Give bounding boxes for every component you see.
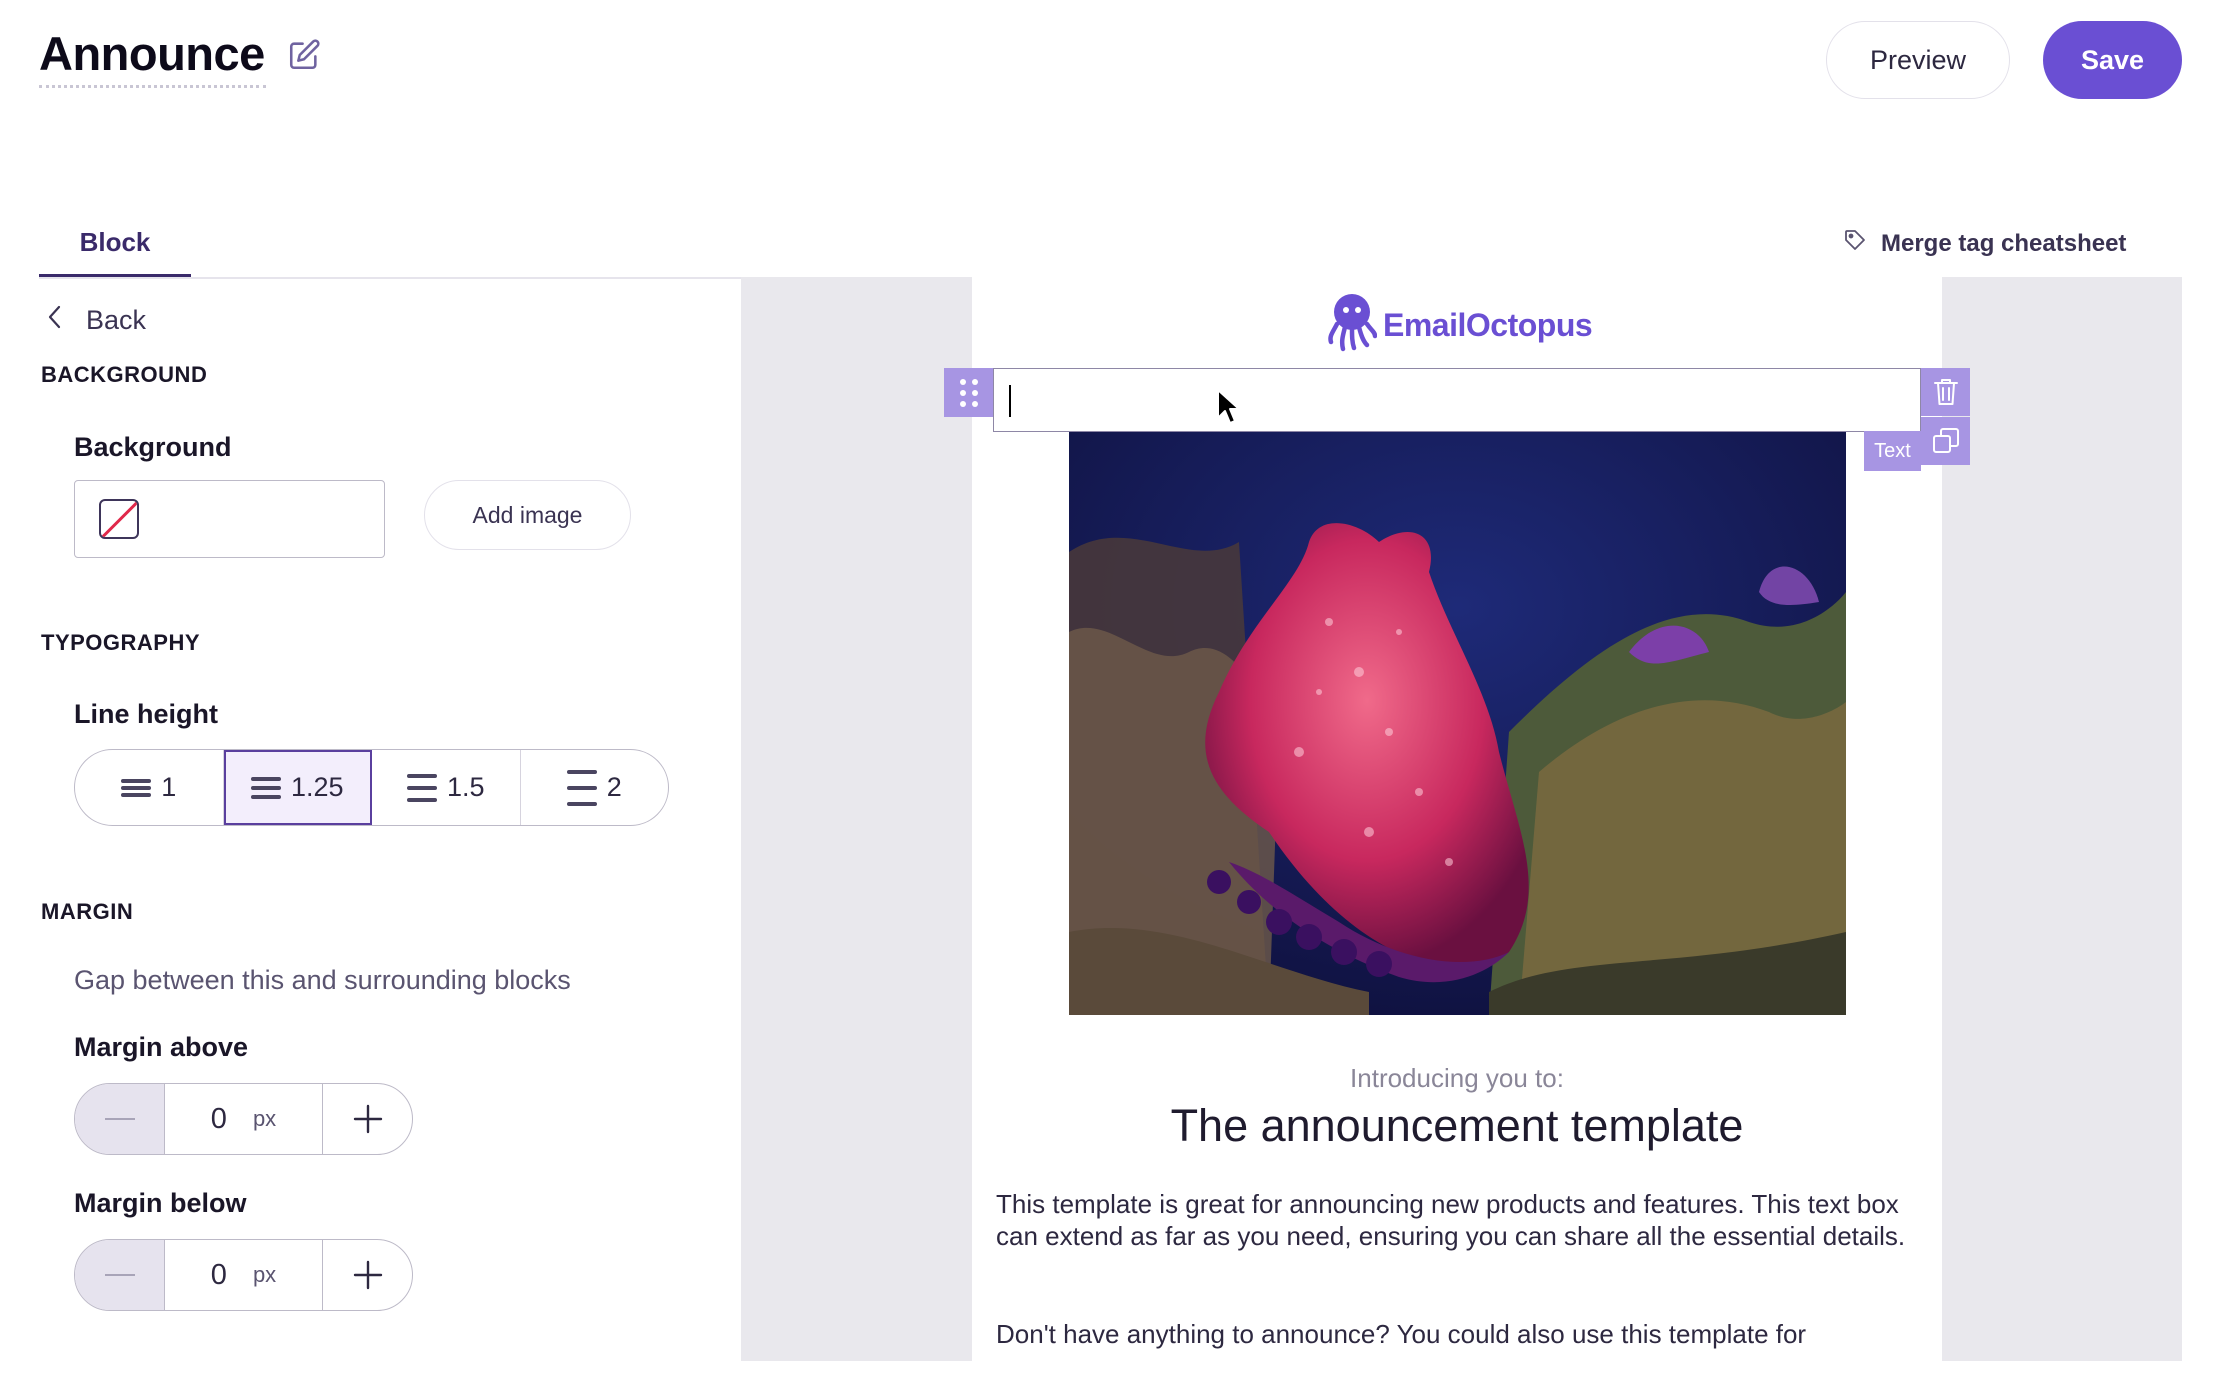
edit-icon[interactable] bbox=[287, 38, 321, 72]
chevron-left-icon bbox=[46, 304, 64, 337]
email-headline[interactable]: The announcement template bbox=[972, 1100, 1942, 1152]
margin-above-increment-button[interactable] bbox=[323, 1084, 412, 1154]
add-image-button[interactable]: Add image bbox=[424, 480, 631, 550]
title-underline bbox=[39, 85, 266, 88]
margin-below-stepper: 0 px bbox=[74, 1239, 413, 1311]
line-height-option-1[interactable]: 1 bbox=[75, 750, 224, 825]
preview-button[interactable]: Preview bbox=[1826, 21, 2010, 99]
line-height-option-label: 1 bbox=[161, 772, 177, 802]
unit-label: px bbox=[252, 1262, 277, 1287]
line-height-icon bbox=[121, 778, 152, 797]
text-caret bbox=[1009, 385, 1011, 417]
margin-below-label: Margin below bbox=[74, 1188, 247, 1218]
tabs-divider bbox=[39, 277, 741, 279]
line-height-selector: 1 1.25 1.5 2 bbox=[74, 749, 669, 826]
logo-text: EmailOctopus bbox=[1383, 307, 1593, 343]
line-height-option-1-5[interactable]: 1.5 bbox=[372, 750, 521, 825]
merge-tag-label: Merge tag cheatsheet bbox=[1881, 229, 2127, 257]
background-section-heading: BACKGROUND bbox=[41, 362, 208, 387]
typography-section-heading: TYPOGRAPHY bbox=[41, 630, 201, 655]
margin-above-decrement-button[interactable] bbox=[75, 1084, 165, 1154]
email-intro-text[interactable]: Introducing you to: bbox=[972, 1063, 1942, 1094]
email-logo[interactable]: EmailOctopus bbox=[1327, 292, 1593, 359]
line-height-label: Line height bbox=[74, 699, 218, 729]
unit-label: px bbox=[252, 1106, 277, 1131]
margin-below-decrement-button[interactable] bbox=[75, 1240, 165, 1310]
margin-below-value: 0 bbox=[210, 1258, 227, 1291]
block-type-tag: Text bbox=[1864, 431, 1921, 471]
margin-above-stepper: 0 px bbox=[74, 1083, 413, 1155]
trash-icon[interactable] bbox=[1921, 368, 1970, 416]
save-button[interactable]: Save bbox=[2043, 21, 2182, 99]
margin-section-heading: MARGIN bbox=[41, 899, 134, 924]
background-color-input[interactable] bbox=[74, 480, 385, 558]
line-height-option-2[interactable]: 2 bbox=[521, 750, 669, 825]
line-height-option-label: 2 bbox=[606, 772, 622, 802]
back-label: Back bbox=[86, 305, 147, 335]
merge-tag-cheatsheet-link[interactable]: Merge tag cheatsheet bbox=[1843, 228, 2126, 259]
margin-above-input[interactable]: 0 px bbox=[165, 1084, 323, 1154]
back-button[interactable]: Back bbox=[46, 304, 146, 337]
octopus-photo[interactable] bbox=[1069, 432, 1846, 1015]
duplicate-icon[interactable] bbox=[1921, 417, 1970, 465]
line-height-icon bbox=[566, 769, 597, 806]
margin-below-input[interactable]: 0 px bbox=[165, 1240, 323, 1310]
margin-below-increment-button[interactable] bbox=[323, 1240, 412, 1310]
line-height-icon bbox=[250, 776, 281, 799]
tag-icon bbox=[1843, 228, 1867, 259]
line-height-option-label: 1.5 bbox=[446, 772, 485, 802]
margin-help-text: Gap between this and surrounding blocks bbox=[74, 965, 571, 995]
no-color-icon bbox=[99, 499, 139, 539]
tab-block[interactable]: Block bbox=[39, 222, 191, 280]
octopus-logo-icon bbox=[1327, 292, 1378, 359]
text-block-input[interactable] bbox=[993, 368, 1921, 432]
margin-above-label: Margin above bbox=[74, 1032, 249, 1062]
page-title: Announce bbox=[39, 27, 265, 80]
email-paragraph-1[interactable]: This template is great for announcing ne… bbox=[996, 1188, 1920, 1252]
email-paragraph-2[interactable]: Don't have anything to announce? You cou… bbox=[996, 1318, 1920, 1350]
line-height-option-1-25[interactable]: 1.25 bbox=[223, 750, 372, 825]
line-height-option-label: 1.25 bbox=[290, 772, 344, 802]
drag-handle-icon[interactable] bbox=[944, 368, 993, 417]
margin-above-value: 0 bbox=[210, 1102, 227, 1135]
background-label: Background bbox=[74, 432, 232, 462]
line-height-icon bbox=[406, 773, 437, 802]
cursor-icon bbox=[1216, 388, 1242, 433]
